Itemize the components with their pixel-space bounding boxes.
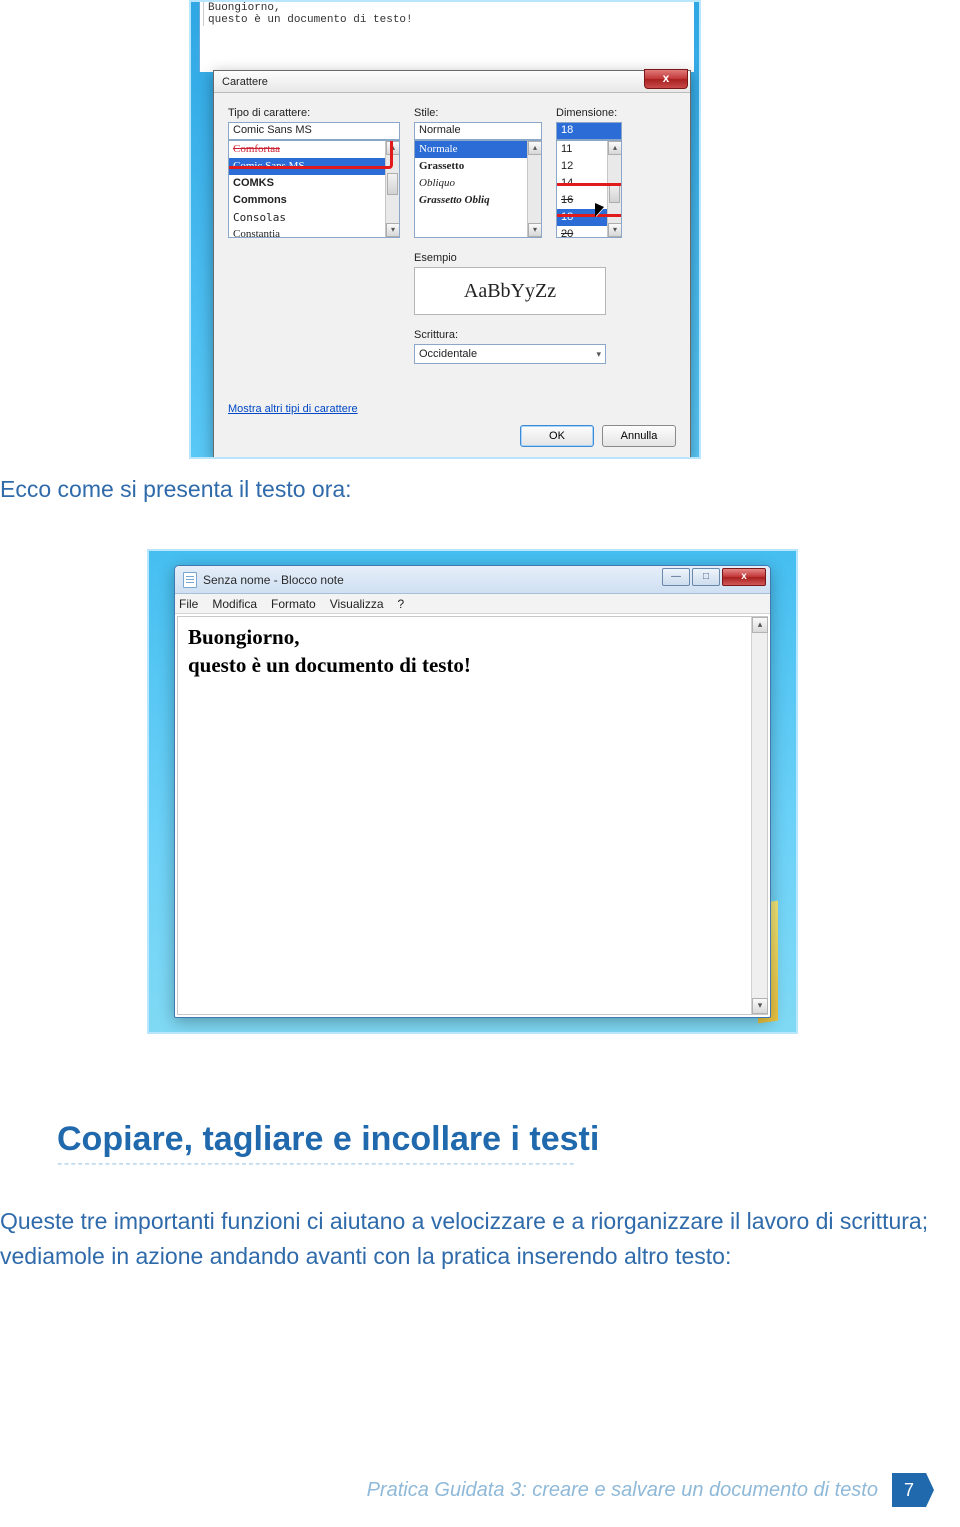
font-item[interactable]: Commons — [229, 192, 399, 209]
body-text-1: Ecco come si presenta il testo ora: — [0, 472, 900, 507]
screenshot-notepad: Senza nome - Blocco note — □ x File Modi… — [147, 549, 798, 1034]
script-label: Scrittura: — [414, 329, 606, 341]
menu-view[interactable]: Visualizza — [330, 597, 384, 611]
style-input[interactable]: Normale — [414, 122, 542, 140]
font-item[interactable]: COMKS — [229, 175, 399, 192]
menu-edit[interactable]: Modifica — [212, 597, 257, 611]
style-item[interactable]: Grassetto Obliq — [415, 192, 541, 209]
scroll-down-icon[interactable]: ▾ — [608, 223, 622, 237]
style-item[interactable]: Grassetto — [415, 158, 541, 175]
font-dialog: Carattere x Tipo di carattere: Comic San… — [213, 70, 691, 458]
maximize-button[interactable]: □ — [692, 568, 720, 586]
notepad-window: Senza nome - Blocco note — □ x File Modi… — [174, 565, 771, 1018]
scroll-thumb[interactable] — [609, 183, 620, 203]
notepad-menubar[interactable]: File Modifica Formato Visualizza ? — [175, 594, 770, 614]
notepad-behind-line2: questo è un documento di testo! — [203, 14, 694, 26]
screenshot-font-dialog: Buongiorno, questo è un documento di tes… — [189, 0, 701, 459]
notepad-scrollbar[interactable]: ▴ ▾ — [751, 617, 767, 1014]
scroll-down-icon[interactable]: ▾ — [386, 223, 400, 237]
notepad-titlebar[interactable]: Senza nome - Blocco note — □ x — [175, 566, 770, 594]
body-text-2: Queste tre importanti funzioni ci aiutan… — [0, 1204, 960, 1273]
close-button[interactable]: x — [722, 568, 766, 586]
font-input[interactable]: Comic Sans MS — [228, 122, 400, 140]
scroll-up-icon[interactable]: ▴ — [752, 617, 768, 633]
menu-help[interactable]: ? — [398, 597, 405, 611]
style-label: Stile: — [414, 107, 542, 119]
font-item[interactable]: Consolas — [229, 209, 399, 226]
scroll-thumb[interactable] — [387, 173, 398, 195]
scroll-up-icon[interactable]: ▴ — [528, 141, 542, 155]
font-listbox[interactable]: Comfortaa Comic Sans MS COMKS Commons Co… — [228, 140, 400, 238]
font-dialog-titlebar[interactable]: Carattere x — [214, 71, 690, 93]
font-item[interactable]: Constantia — [229, 226, 399, 238]
notepad-behind: Buongiorno, questo è un documento di tes… — [199, 2, 694, 72]
scroll-up-icon[interactable]: ▴ — [386, 141, 400, 155]
size-input[interactable]: 18 — [556, 122, 622, 140]
minimize-button[interactable]: — — [662, 568, 690, 586]
font-item-selected[interactable]: Comic Sans MS — [229, 158, 399, 175]
font-item[interactable]: Comfortaa — [229, 141, 399, 158]
example-label: Esempio — [414, 252, 606, 264]
footer-title: Pratica Guidata 3: creare e salvare un d… — [367, 1479, 878, 1502]
menu-format[interactable]: Formato — [271, 597, 316, 611]
page-number-badge: 7 — [892, 1473, 926, 1507]
notepad-behind-line1: Buongiorno, — [203, 2, 694, 14]
notepad-title: Senza nome - Blocco note — [203, 573, 344, 587]
heading-divider: ----------------------------------------… — [57, 1155, 960, 1173]
style-listbox[interactable]: Normale Grassetto Obliquo Grassetto Obli… — [414, 140, 542, 238]
size-label: Dimensione: — [556, 107, 622, 119]
editor-line1: Buongiorno, — [188, 623, 757, 651]
cancel-button[interactable]: Annulla — [602, 425, 676, 447]
editor-line2: questo è un documento di testo! — [188, 651, 757, 679]
style-list-scrollbar[interactable]: ▴ ▾ — [527, 141, 541, 237]
style-item-selected[interactable]: Normale — [415, 141, 541, 158]
close-icon[interactable]: x — [644, 69, 688, 89]
heading-text: Copiare, tagliare e incollare i testi — [57, 1120, 960, 1159]
scroll-down-icon[interactable]: ▾ — [752, 998, 768, 1014]
cursor-icon — [595, 203, 604, 217]
example-preview: AaBbYyZz — [414, 267, 606, 315]
show-more-fonts-link[interactable]: Mostra altri tipi di carattere — [228, 403, 358, 415]
size-listbox[interactable]: 11 12 14 16 18 20 22 ▴ ▾ — [556, 140, 622, 238]
size-list-scrollbar[interactable]: ▴ ▾ — [607, 141, 621, 237]
script-value: Occidentale — [419, 348, 477, 360]
font-dialog-title: Carattere — [222, 76, 268, 88]
font-list-scrollbar[interactable]: ▴ ▾ — [385, 141, 399, 237]
ok-button[interactable]: OK — [520, 425, 594, 447]
notepad-editor[interactable]: Buongiorno, questo è un documento di tes… — [177, 616, 768, 1015]
scroll-down-icon[interactable]: ▾ — [528, 223, 542, 237]
menu-file[interactable]: File — [179, 597, 198, 611]
scroll-up-icon[interactable]: ▴ — [608, 141, 622, 155]
chevron-down-icon: ▾ — [596, 349, 601, 360]
font-label: Tipo di carattere: — [228, 107, 400, 119]
notepad-icon — [183, 572, 197, 588]
page-footer: Pratica Guidata 3: creare e salvare un d… — [367, 1473, 926, 1507]
style-item[interactable]: Obliquo — [415, 175, 541, 192]
section-heading: Copiare, tagliare e incollare i testi --… — [57, 1120, 960, 1173]
script-select[interactable]: Occidentale ▾ — [414, 344, 606, 364]
